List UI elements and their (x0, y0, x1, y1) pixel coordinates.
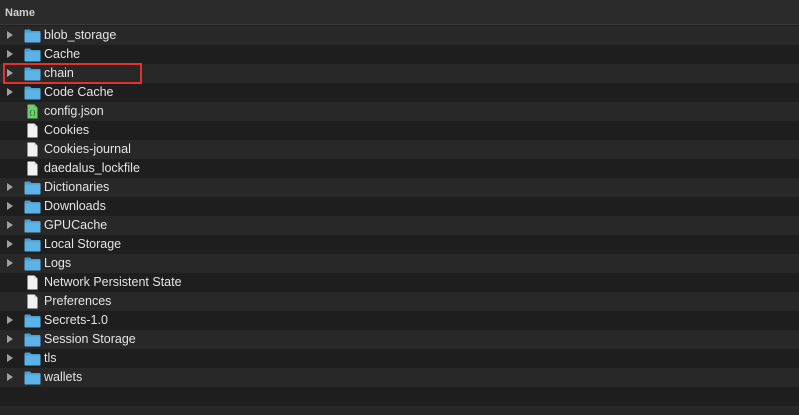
item-name: config.json (44, 104, 104, 118)
disclosure-triangle-icon[interactable] (7, 31, 13, 39)
item-name: daedalus_lockfile (44, 161, 140, 175)
column-header-label: Name (5, 7, 35, 19)
list-item[interactable]: Code Cache (0, 83, 799, 102)
item-name: Session Storage (44, 332, 136, 346)
empty-row (0, 406, 799, 415)
item-name: Logs (44, 256, 72, 270)
document-icon (24, 142, 41, 157)
list-item[interactable]: GPUCache (0, 216, 799, 235)
list-item[interactable]: wallets (0, 368, 799, 387)
file-list: blob_storage Cache chain Code Cache {} config… (0, 26, 799, 415)
item-name: chain (44, 66, 74, 80)
finder-list-view: Name blob_storage Cache chain Code Cache {} c… (0, 0, 799, 415)
disclosure-triangle-icon[interactable] (7, 259, 13, 267)
list-item[interactable]: {} config.json (0, 102, 799, 121)
item-name: GPUCache (44, 218, 108, 232)
folder-icon (24, 180, 41, 195)
disclosure-triangle-icon[interactable] (7, 316, 13, 324)
folder-icon (24, 237, 41, 252)
item-name: Network Persistent State (44, 275, 182, 289)
list-item[interactable]: Downloads (0, 197, 799, 216)
item-name: Cookies (44, 123, 90, 137)
item-name: Cache (44, 47, 81, 61)
document-icon (24, 161, 41, 176)
document-icon (24, 123, 41, 138)
list-item[interactable]: Session Storage (0, 330, 799, 349)
list-item[interactable]: Secrets-1.0 (0, 311, 799, 330)
list-item[interactable]: tls (0, 349, 799, 368)
folder-icon (24, 332, 41, 347)
folder-icon (24, 218, 41, 233)
item-name: Dictionaries (44, 180, 110, 194)
disclosure-triangle-icon[interactable] (7, 354, 13, 362)
list-item[interactable]: blob_storage (0, 26, 799, 45)
disclosure-triangle-icon[interactable] (7, 202, 13, 210)
disclosure-triangle-icon[interactable] (7, 69, 13, 77)
list-item[interactable]: daedalus_lockfile (0, 159, 799, 178)
item-name: tls (44, 351, 57, 365)
list-item[interactable]: Network Persistent State (0, 273, 799, 292)
folder-icon (24, 28, 41, 43)
json-file-icon: {} (24, 104, 41, 119)
item-name: blob_storage (44, 28, 117, 42)
item-name: Code Cache (44, 85, 114, 99)
item-name: Preferences (44, 294, 112, 308)
folder-icon (24, 370, 41, 385)
disclosure-triangle-icon[interactable] (7, 221, 13, 229)
document-icon (24, 275, 41, 290)
column-header-name[interactable]: Name (0, 0, 799, 25)
disclosure-triangle-icon[interactable] (7, 373, 13, 381)
list-item[interactable]: Local Storage (0, 235, 799, 254)
list-item[interactable]: Preferences (0, 292, 799, 311)
document-icon (24, 294, 41, 309)
item-name: Secrets-1.0 (44, 313, 108, 327)
svg-text:{}: {} (29, 110, 36, 117)
folder-icon (24, 66, 41, 81)
folder-icon (24, 199, 41, 214)
item-name: wallets (44, 370, 83, 384)
list-item[interactable]: Cache (0, 45, 799, 64)
list-item[interactable]: Cookies-journal (0, 140, 799, 159)
list-item[interactable]: Dictionaries (0, 178, 799, 197)
folder-icon (24, 85, 41, 100)
folder-icon (24, 313, 41, 328)
empty-row (0, 387, 799, 406)
item-name: Downloads (44, 199, 106, 213)
list-item[interactable]: Logs (0, 254, 799, 273)
item-name: Cookies-journal (44, 142, 131, 156)
list-item[interactable]: Cookies (0, 121, 799, 140)
item-name: Local Storage (44, 237, 122, 251)
folder-icon (24, 256, 41, 271)
folder-icon (24, 47, 41, 62)
list-item[interactable]: chain (0, 64, 799, 83)
disclosure-triangle-icon[interactable] (7, 240, 13, 248)
folder-icon (24, 351, 41, 366)
disclosure-triangle-icon[interactable] (7, 88, 13, 96)
disclosure-triangle-icon[interactable] (7, 183, 13, 191)
disclosure-triangle-icon[interactable] (7, 335, 13, 343)
disclosure-triangle-icon[interactable] (7, 50, 13, 58)
